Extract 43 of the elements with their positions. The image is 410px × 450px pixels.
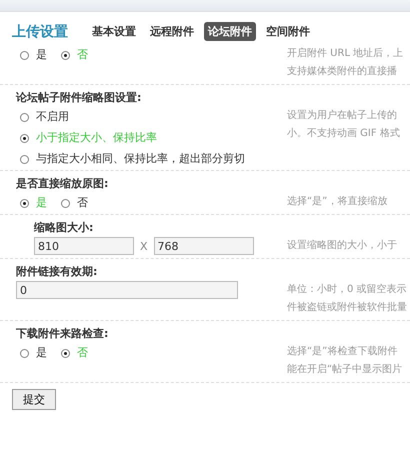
radio-button[interactable] — [20, 134, 29, 142]
help-text: 设置缩略图的大小，小于 — [287, 238, 397, 253]
radio-button[interactable] — [20, 154, 29, 164]
radio-button[interactable] — [20, 112, 29, 122]
radio-button[interactable] — [61, 50, 70, 60]
radio-button[interactable] — [20, 50, 29, 60]
setting-label: 是否直接缩放原图: — [15, 176, 110, 192]
option-label: 小于指定大小、保持比率 — [36, 130, 157, 146]
radio-button[interactable] — [61, 348, 70, 358]
height-field[interactable]: 768 — [154, 237, 254, 255]
setting-label: 缩略图大小: — [32, 220, 94, 236]
help-text: 件被盗链或附件被软件批量 — [287, 300, 407, 315]
times-sign: X — [140, 240, 148, 252]
radio-button[interactable] — [20, 198, 29, 208]
option-label: 不启用 — [36, 109, 69, 125]
radio-button[interactable] — [61, 198, 70, 208]
option-label: 否 — [77, 47, 88, 63]
help-text: 小。不支持动画 GIF 格式 — [287, 126, 400, 141]
option-label: 是 — [36, 345, 47, 361]
help-text: 选择“是”将检查下载附件 — [287, 344, 398, 359]
option-label: 是 — [36, 47, 47, 63]
option-label: 否 — [77, 345, 88, 361]
setting-label: 下载附件来路检查: — [15, 326, 110, 342]
setting-label: 论坛帖子附件缩略图设置: — [14, 90, 142, 106]
tab[interactable]: 空间附件 — [262, 22, 314, 41]
help-text: 能在开启“帖子中显示图片 — [287, 362, 402, 377]
help-text: 设置为用户在帖子上传的 — [287, 108, 398, 123]
option-label: 与指定大小相同、保持比率，超出部分剪切 — [36, 151, 245, 167]
page-title: 上传设置 — [12, 22, 68, 40]
option-label: 否 — [77, 195, 88, 211]
help-text: 开启附件 URL 地址后，上 — [287, 46, 404, 61]
help-text: 选择“是”，将直接缩放 — [287, 194, 388, 209]
help-text: 单位：小时，0 或留空表示 — [287, 282, 407, 297]
option-label: 是 — [36, 195, 47, 211]
input-field[interactable]: 0 — [16, 281, 238, 299]
radio-button[interactable] — [20, 348, 29, 358]
width-field[interactable]: 810 — [34, 237, 134, 255]
tab[interactable]: 基本设置 — [88, 22, 140, 41]
help-text: 支持媒体类附件的直接播 — [287, 64, 398, 79]
submit-button[interactable]: 提交 — [12, 389, 56, 410]
tab[interactable]: 论坛附件 — [204, 22, 256, 41]
tab[interactable]: 远程附件 — [146, 22, 198, 41]
setting-label: 附件链接有效期: — [15, 264, 98, 280]
